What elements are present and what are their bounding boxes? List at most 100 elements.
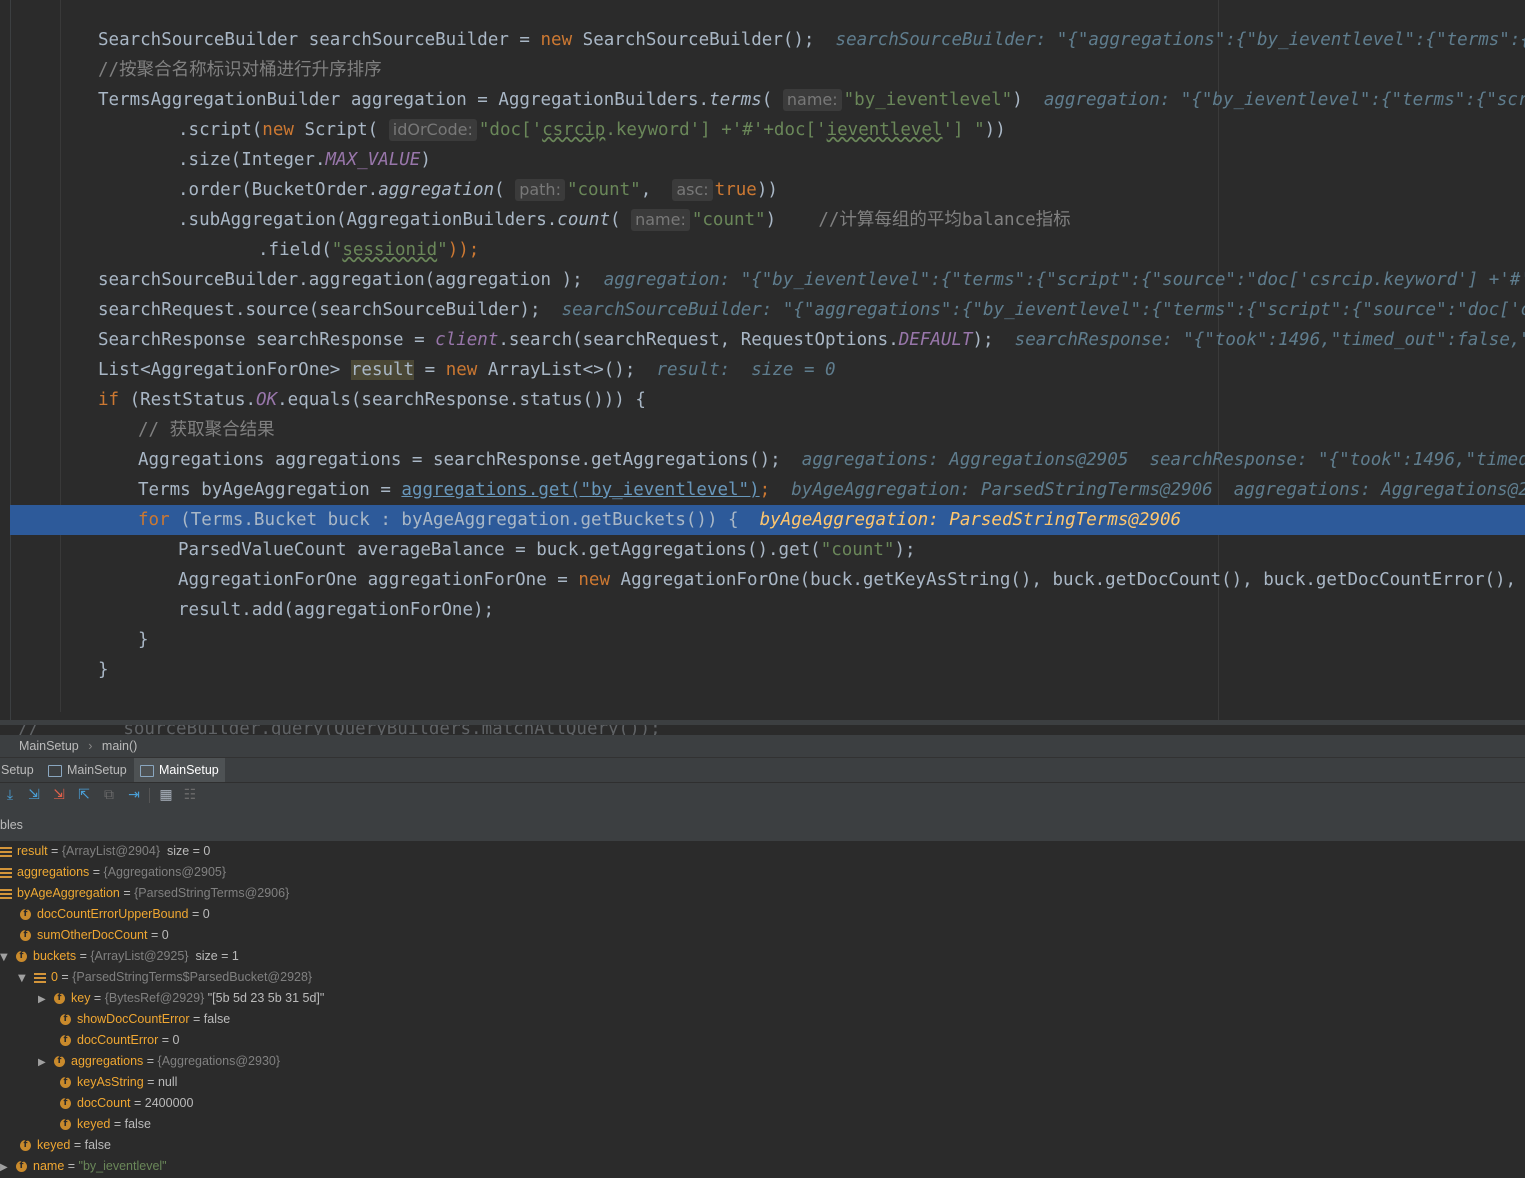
run-config-icon: [140, 764, 154, 777]
inline-debug-value: aggregation: "{"by_ieventlevel":{"terms"…: [603, 270, 1525, 290]
expand-arrow-icon[interactable]: ▼: [0, 947, 10, 968]
inline-debug-value: aggregations: Aggregations@2905 searchRe…: [801, 450, 1525, 470]
code-line-3: TermsAggregationBuilder aggregation = Ag…: [98, 85, 1525, 115]
drop-frame-icon[interactable]: ⧉: [101, 787, 117, 803]
code-link[interactable]: aggregations.get("by_ieventlevel"): [401, 480, 759, 500]
code-line-8: .field("sessionid"));: [258, 240, 480, 260]
code-line-5: .size(Integer.MAX_VALUE): [178, 150, 431, 170]
tab-setup[interactable]: Setup: [0, 758, 40, 783]
field-icon: f: [20, 909, 31, 921]
code-editor[interactable]: SearchSourceBuilder searchSourceBuilder …: [0, 0, 1525, 735]
field-icon: f: [60, 1077, 71, 1089]
field-icon: f: [16, 951, 27, 963]
breadcrumb-class[interactable]: MainSetup: [19, 739, 79, 753]
code-line-7: .subAggregation(AggregationBuilders.coun…: [178, 209, 1071, 231]
field-icon: f: [54, 993, 65, 1005]
code-line-23: // sourceBuilder.query(QueryBuilders.mat…: [18, 720, 661, 735]
inline-debug-value: searchResponse: "{"took":1496,"timed_out…: [1014, 330, 1525, 350]
code-line-13: if (RestStatus.OK.equals(searchResponse.…: [98, 390, 646, 410]
indent-guide: [60, 0, 61, 712]
variable-row[interactable]: byAgeAggregation = {ParsedStringTerms@29…: [0, 883, 289, 904]
code-line-6: .order(BucketOrder.aggregation( path: "co…: [178, 179, 778, 201]
scroll-edge: // sourceBuilder.query(QueryBuilders.mat…: [0, 720, 1525, 735]
code-comment-line: //按聚合名称标识对桶进行升序排序: [98, 60, 382, 80]
field-icon: f: [16, 1161, 27, 1173]
field-icon: f: [60, 1098, 71, 1110]
breadcrumb-separator: ›: [88, 739, 93, 753]
variable-row[interactable]: f keyed = false: [60, 1114, 151, 1135]
collapse-arrow-icon[interactable]: ▶: [38, 989, 48, 1010]
code-line-11: SearchResponse searchResponse = client.s…: [98, 325, 1525, 355]
trace-icon[interactable]: ☷: [182, 787, 198, 803]
variable-row[interactable]: ▶ f key = {BytesRef@2929} "[5b 5d 23 5b 31…: [38, 988, 324, 1009]
tab-mainsetup-active[interactable]: MainSetup: [134, 758, 225, 783]
list-icon: [0, 846, 12, 857]
variables-panel-header: bles: [0, 809, 1525, 842]
step-out-icon[interactable]: ⇱: [76, 787, 92, 803]
show-execution-point-icon[interactable]: ⤓: [2, 787, 18, 803]
code-line-16: Terms byAgeAggregation = aggregations.ge…: [138, 475, 1525, 505]
variable-row[interactable]: f docCount = 2400000: [60, 1093, 193, 1114]
variable-row[interactable]: ▼ 0 = {ParsedStringTerms$ParsedBucket@292…: [18, 967, 312, 988]
variable-row[interactable]: f sumOtherDocCount = 0: [20, 925, 169, 946]
inline-debug-value: byAgeAggregation: ParsedStringTerms@2906: [759, 510, 1182, 530]
inline-debug-value: aggregation: "{"by_ieventlevel":{"terms"…: [1043, 90, 1525, 110]
variable-row[interactable]: ▼ f buckets = {ArrayList@2925} size = 1: [0, 946, 239, 967]
code-line-12: List<AggregationForOne> result = new Arr…: [98, 360, 836, 380]
breadcrumb: MainSetup › main(): [0, 735, 1525, 757]
code-line-9: searchSourceBuilder.aggregation(aggregat…: [98, 265, 1525, 295]
variable-row[interactable]: aggregations = {Aggregations@2905}: [0, 862, 226, 883]
field-icon: f: [54, 1056, 65, 1068]
field-icon: f: [60, 1119, 71, 1131]
inline-debug-value: searchSourceBuilder: "{"aggregations":{"…: [561, 300, 1525, 320]
variable-row[interactable]: f docCountError = 0: [60, 1030, 180, 1051]
gutter-divider: [10, 0, 11, 720]
toolbar-divider: [149, 788, 150, 803]
breadcrumb-method[interactable]: main(): [102, 739, 137, 753]
field-icon: f: [60, 1014, 71, 1026]
code-line-21: }: [138, 630, 149, 650]
param-hint: name:: [782, 89, 842, 111]
variable-row[interactable]: ▶ f aggregations = {Aggregations@2930}: [38, 1051, 280, 1072]
step-over-icon[interactable]: ⇲: [26, 787, 42, 803]
highlighted-variable[interactable]: result: [350, 360, 415, 380]
panel-title: bles: [0, 818, 23, 832]
variable-row[interactable]: ▶ f name = "by_ieventlevel": [0, 1156, 167, 1177]
code-line-22: }: [98, 660, 109, 680]
code-line-18: ParsedValueCount averageBalance = buck.g…: [178, 540, 916, 560]
list-icon: [34, 972, 46, 983]
evaluate-expression-icon[interactable]: ▦: [158, 787, 174, 803]
inline-debug-value: searchSourceBuilder: "{"aggregations":{"…: [835, 30, 1525, 50]
debug-session-tabs: Setup MainSetup MainSetup: [0, 757, 1525, 783]
expand-arrow-icon[interactable]: ▼: [18, 968, 28, 989]
code-line-19: AggregationForOne aggregationForOne = ne…: [178, 570, 1525, 590]
param-hint: asc:: [672, 179, 713, 201]
variable-row[interactable]: f docCountErrorUpperBound = 0: [20, 904, 210, 925]
code-line-20: result.add(aggregationForOne);: [178, 600, 495, 620]
code-line-10: searchRequest.source(searchSourceBuilder…: [98, 295, 1525, 325]
inline-debug-value: byAgeAggregation: ParsedStringTerms@2906…: [791, 480, 1525, 500]
code-line-15: Aggregations aggregations = searchRespon…: [138, 445, 1525, 475]
variables-tree[interactable]: result = {ArrayList@2904} size = 0 aggre…: [0, 841, 1525, 1175]
param-hint: path:: [515, 179, 565, 201]
param-hint: idOrCode:: [388, 119, 477, 141]
variable-row[interactable]: f keyAsString = null: [60, 1072, 177, 1093]
collapse-arrow-icon[interactable]: ▶: [38, 1052, 48, 1073]
current-execution-line[interactable]: for (Terms.Bucket buck : byAgeAggregatio…: [10, 505, 1525, 535]
param-hint: name:: [631, 209, 690, 231]
step-into-icon[interactable]: ⇲: [51, 787, 67, 803]
code-line-1: SearchSourceBuilder searchSourceBuilder …: [98, 25, 1525, 55]
code-comment-line: // 获取聚合结果: [138, 420, 275, 440]
variable-row[interactable]: result = {ArrayList@2904} size = 0: [0, 841, 210, 862]
list-icon: [0, 888, 12, 899]
inline-debug-value: result: size = 0: [656, 360, 836, 380]
field-icon: f: [60, 1035, 71, 1047]
variable-row[interactable]: f keyed = false: [20, 1135, 111, 1156]
variable-row[interactable]: f showDocCountError = false: [60, 1009, 230, 1030]
field-icon: f: [20, 1140, 31, 1152]
code-line-4: .script(new Script( idOrCode: "doc['csrci…: [178, 119, 1006, 141]
run-config-icon: [48, 764, 62, 777]
tab-mainsetup-1[interactable]: MainSetup: [42, 758, 133, 783]
run-to-cursor-icon[interactable]: ⇥: [126, 787, 142, 803]
debugger-toolbar: ⤓ ⇲ ⇲ ⇱ ⧉ ⇥ ▦ ☷: [0, 782, 1525, 810]
